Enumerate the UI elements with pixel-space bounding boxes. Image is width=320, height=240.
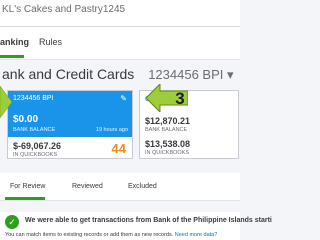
need-more-data-link[interactable]: Need more data? <box>175 232 218 238</box>
card-updated-time: 19 hours ago <box>95 127 128 133</box>
account-selector[interactable]: 1234456 BPI ▾ <box>148 67 233 82</box>
tab-for-review[interactable]: For Review <box>10 183 45 190</box>
card-qb-balance: $-69,067.26 <box>13 141 62 151</box>
pending-count-badge: 44 <box>111 141 126 156</box>
card-qb-label: IN QUICKBOOKS <box>13 152 58 158</box>
top-bar: KL's Cakes and Pastry1245 <box>0 0 240 27</box>
check-icon: ✓ <box>5 215 19 229</box>
banner-message: We were able to get transactions from Ba… <box>25 217 272 224</box>
card-qb-balance: $13,538.08 <box>145 139 191 149</box>
card-header: 1234456 BPI ✎ $0.00 BANK BALANCE 19 hour… <box>8 91 132 137</box>
tab-reviewed[interactable]: Reviewed <box>72 183 103 190</box>
pencil-icon[interactable]: ✎ <box>120 94 127 103</box>
transactions-tabs: For Review Reviewed Excluded <box>0 173 240 201</box>
card-bank-balance: $0.00 <box>13 114 39 125</box>
banner-sub-text: You can match items to existing records … <box>5 232 174 238</box>
banking-subnav: anking Rules <box>0 27 240 60</box>
left-pointer-arrow-icon <box>0 86 12 119</box>
company-name[interactable]: KL's Cakes and Pastry1245 <box>2 4 125 15</box>
account-cards: 1234456 BPI ✎ $0.00 BANK BALANCE 19 hour… <box>0 85 240 163</box>
card-bank-balance: $12,870.21 <box>145 116 191 126</box>
active-tab-indicator <box>5 197 45 200</box>
tab-banking[interactable]: anking <box>0 37 29 47</box>
card-bank-balance-label: BANK BALANCE <box>13 127 56 133</box>
step-number-arrow-icon: 3 <box>146 84 188 112</box>
step-number: 3 <box>175 89 184 108</box>
page-title-text: ank and Credit Cards <box>2 66 135 82</box>
account-name: 1234456 BPI <box>148 67 224 82</box>
info-banner: ✓ We were able to get transactions from … <box>0 212 272 240</box>
page-title: ank and Credit Cards 1234456 BPI ▾ <box>2 66 234 83</box>
card-account-name: 1234456 BPI <box>13 95 54 102</box>
card-qb-label: IN QUICKBOOKS <box>145 150 190 156</box>
card-bank-balance-label: BANK BALANCE <box>145 127 188 133</box>
tab-rules[interactable]: Rules <box>39 37 62 47</box>
active-tab-indicator <box>0 55 24 58</box>
tab-excluded[interactable]: Excluded <box>128 183 157 190</box>
chevron-down-icon: ▾ <box>227 67 234 82</box>
account-card-selected[interactable]: 1234456 BPI ✎ $0.00 BANK BALANCE 19 hour… <box>7 90 133 159</box>
banner-subtext: You can match items to existing records … <box>5 232 217 238</box>
